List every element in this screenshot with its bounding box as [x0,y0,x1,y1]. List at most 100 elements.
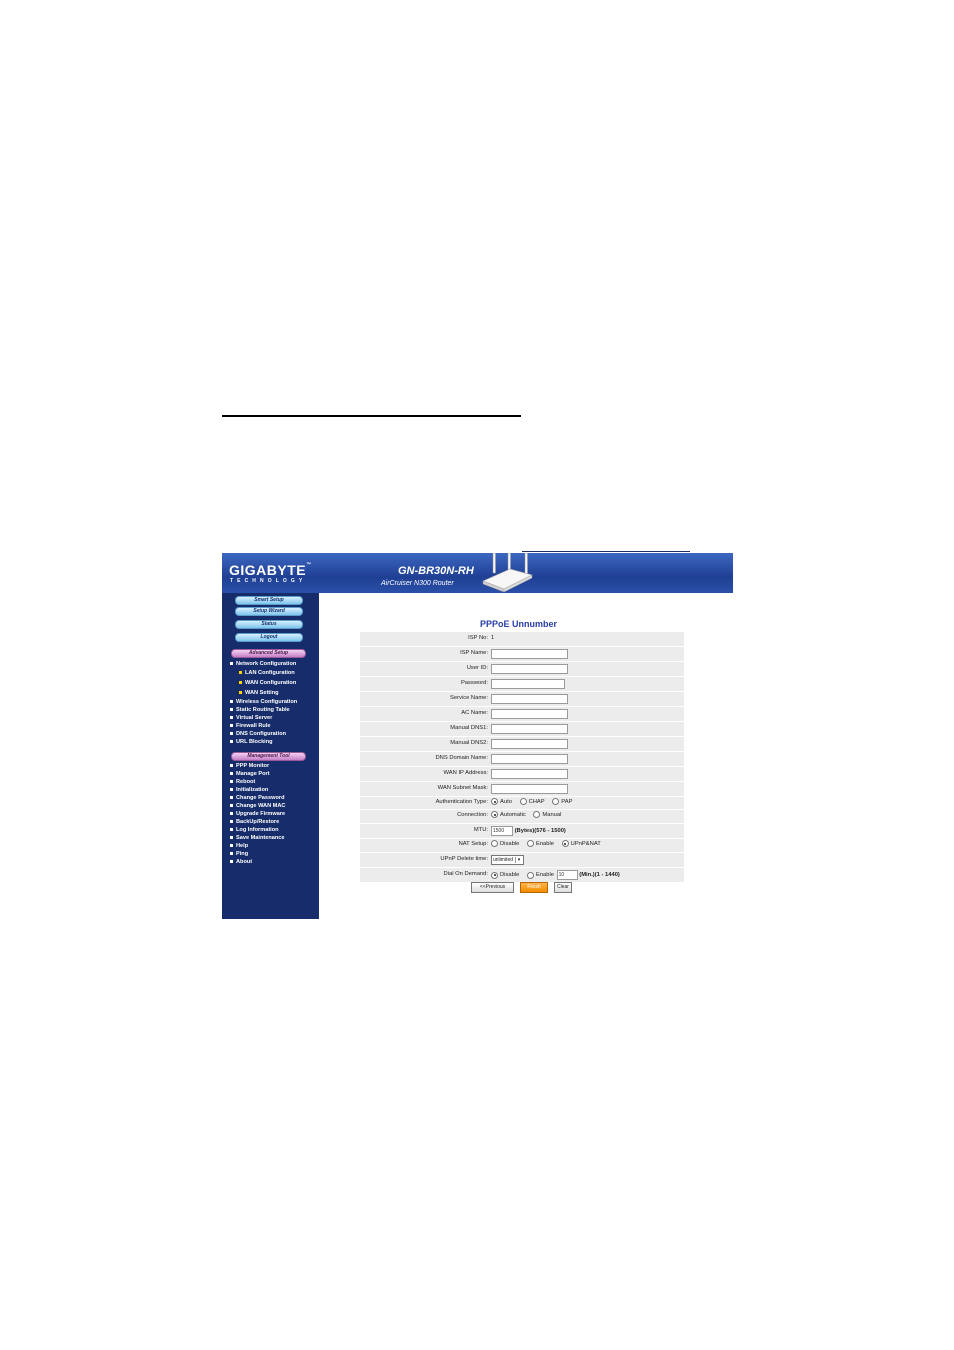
pppoe-form: ISP No: 1 ISP Name: User ID: Password: S… [360,632,684,883]
bullet-icon [230,740,233,744]
form-row-wan-mask: WAN Subnet Mask: [360,782,684,796]
menu-change-wan-mac[interactable]: Change WAN MAC [230,803,318,809]
connection-manual-radio[interactable] [533,811,541,818]
menu-wan-configuration[interactable]: WAN Configuration [239,680,327,686]
menu-static-routing-table[interactable]: Static Routing Table [230,707,318,713]
connection-manual-label: Manual [542,811,562,818]
previous-button[interactable]: <<Previous [471,882,514,893]
password-input[interactable] [491,679,565,689]
form-row-user-id: User ID: [360,662,684,676]
menu-url-blocking[interactable]: URL Blocking [230,739,318,745]
brand-logo: GIGABYTE™ [229,562,312,578]
user-id-input[interactable] [491,664,568,674]
logout-button[interactable]: Logout [235,633,303,642]
menu-reboot[interactable]: Reboot [230,779,318,785]
menu-wan-setting[interactable]: WAN Setting [239,690,327,696]
auth-pap-radio[interactable] [552,798,560,805]
menu-change-password[interactable]: Change Password [230,795,318,801]
form-row-dns2: Manual DNS2: [360,737,684,751]
menu-lan-configuration[interactable]: LAN Configuration [239,670,327,676]
dial-minutes-input[interactable]: 10 [556,870,578,880]
menu-about[interactable]: About [230,859,318,865]
nat-disable-radio[interactable] [491,840,498,847]
menu-wireless-configuration[interactable]: Wireless Configuration [230,699,318,705]
dns1-label: Manual DNS1: [450,725,488,731]
bullet-icon [230,860,233,864]
dns2-label: Manual DNS2: [450,740,488,746]
bullet-icon [230,772,233,776]
connection-automatic-label: Automatic [500,811,526,818]
setup-wizard-button[interactable]: Setup Wizard [235,607,303,616]
user-id-label: User ID: [466,665,488,671]
router-icon [482,553,533,593]
connection-automatic-radio[interactable] [491,811,498,818]
bullet-icon [230,708,233,712]
mtu-label: MTU: [473,827,488,833]
ac-name-input[interactable] [491,709,568,719]
dial-enable-radio[interactable] [526,871,534,879]
service-name-input[interactable] [491,694,568,704]
nat-upnp-nat-label: UPnP&NAT [570,840,601,847]
wan-ip-input[interactable] [491,769,568,779]
menu-initialization[interactable]: Initialization [230,787,318,793]
auth-auto-radio[interactable] [491,798,498,805]
header-banner: GIGABYTE™ TECHNOLOGY GN-BR30N-RH AirCrui… [222,553,733,593]
brand-subtitle: TECHNOLOGY [230,578,307,584]
header-top-line [522,551,690,552]
form-row-dns1: Manual DNS1: [360,722,684,736]
auth-label: Authentication Type: [435,799,488,805]
sidebar: Smart Setup Setup Wizard Status Logout A… [222,593,319,919]
dns1-input[interactable] [491,724,568,734]
menu-firewall-rule[interactable]: Firewall Rule [230,723,318,729]
smart-setup-button[interactable]: Smart Setup [235,596,303,605]
bullet-icon [230,732,233,736]
menu-upgrade-firmware[interactable]: Upgrade Firmware [230,811,318,817]
isp-name-input[interactable] [491,649,568,659]
menu-dns-configuration[interactable]: DNS Configuration [230,731,318,737]
status-button[interactable]: Status [235,620,303,629]
wan-mask-label: WAN Subnet Mask: [437,785,488,791]
bullet-icon [230,844,233,848]
form-row-dial-on-demand: Dial On Demand: Disable Enable 10 (Min.)… [360,868,684,882]
model-name: GN-BR30N-RH [398,565,474,577]
nat-enable-label: Enable [535,840,555,847]
auth-auto-label: Auto [500,798,512,805]
bullet-icon [230,780,233,784]
bullet-icon [239,681,242,685]
menu-network-configuration[interactable]: Network Configuration [230,661,318,667]
menu-ppp-monitor[interactable]: PPP Monitor [230,763,318,769]
upnp-delete-select[interactable]: unlimited ▾ [491,855,525,865]
dial-hint: (Min.)(1 - 1440) [579,872,620,878]
menu-save-maintenance[interactable]: Save Maintenance [230,835,318,841]
bullet-icon [230,788,233,792]
nat-upnp-nat-radio[interactable] [561,840,569,847]
upnp-delete-label: UPnP Delete time: [440,856,488,862]
dns2-input[interactable] [491,739,568,749]
bullet-icon [230,796,233,800]
ac-name-label: AC Name: [461,710,488,716]
bullet-icon [230,828,233,832]
nat-enable-radio[interactable] [526,840,534,847]
isp-name-label: ISP Name: [460,650,488,656]
menu-ping[interactable]: Ping [230,851,318,857]
clear-button[interactable]: Clear [554,882,572,893]
menu-virtual-server[interactable]: Virtual Server [230,715,318,721]
form-row-auth: Authentication Type: Auto CHAP PAP [360,797,684,809]
auth-chap-label: CHAP [528,798,545,805]
menu-manage-port[interactable]: Manage Port [230,771,318,777]
menu-log-information[interactable]: Log Information [230,827,318,833]
page-title: PPPoE Unnumber [480,619,558,629]
menu-backup-restore[interactable]: BackUp/Restore [230,819,318,825]
menu-help[interactable]: Help [230,843,318,849]
password-label: Password: [460,680,488,686]
dns-domain-input[interactable] [491,754,568,764]
auth-pap-label: PAP [561,798,573,805]
dropdown-arrow-icon: ▾ [515,857,522,863]
dial-disable-radio[interactable] [491,871,498,879]
wan-mask-input[interactable] [491,784,568,794]
auth-chap-radio[interactable] [519,798,527,805]
finish-button[interactable]: Finish [520,882,548,893]
bullet-icon [230,836,233,840]
mtu-input[interactable]: 1500 [491,826,513,836]
form-row-nat: NAT Setup: Disable Enable UPnP&NAT [360,839,684,852]
